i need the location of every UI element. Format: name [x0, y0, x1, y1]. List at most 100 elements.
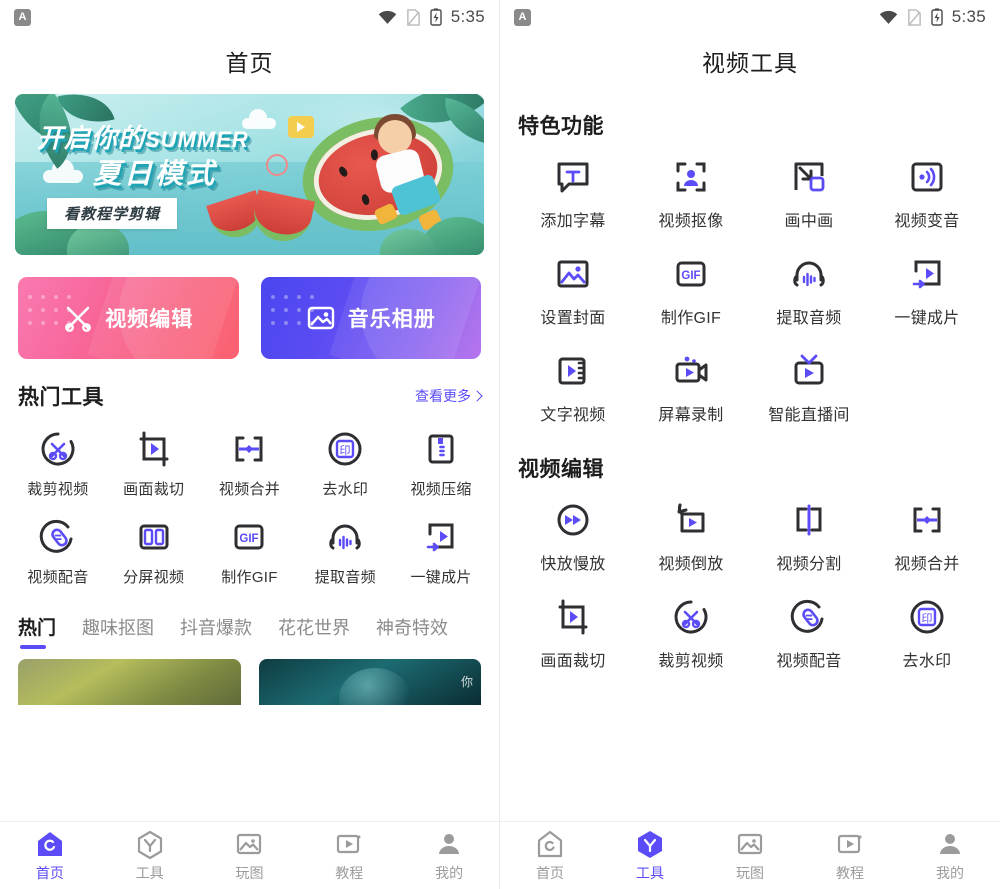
banner-cta-button[interactable]: 看教程学剪辑: [47, 198, 178, 229]
nav-item-home[interactable]: 首页: [0, 829, 100, 883]
tool-label: 视频分割: [776, 556, 842, 573]
tool-live-room[interactable]: 智能直播间: [750, 350, 868, 425]
tool-compress-video[interactable]: 视频压缩: [393, 429, 489, 499]
speed-icon: [557, 504, 589, 536]
tool-add-subtitle[interactable]: 添加字幕: [514, 156, 632, 231]
feed-thumbnail[interactable]: 你: [258, 659, 481, 705]
tool-label: 视频压缩: [410, 481, 472, 498]
status-time-right: 5:35: [951, 7, 986, 26]
tool-crop-frame-right[interactable]: 画面裁切: [514, 596, 632, 671]
scissors-icon: [65, 306, 92, 332]
thumbnail-watermark: 你: [460, 675, 473, 689]
nav-item-image[interactable]: 玩图: [200, 829, 300, 883]
tool-extract-audio-right[interactable]: 提取音频: [750, 253, 868, 328]
tool-label: 画中画: [784, 213, 834, 230]
tool-crop-frame[interactable]: 画面裁切: [106, 429, 202, 499]
tool-one-tap-movie-right[interactable]: 一键成片: [868, 253, 986, 328]
split-screen-icon: [139, 524, 169, 550]
nav-item-home[interactable]: 首页: [500, 829, 600, 883]
tool-split-screen[interactable]: 分屏视频: [106, 517, 202, 587]
nav-label: 教程: [335, 864, 364, 881]
tool-reverse-video[interactable]: 视频倒放: [632, 499, 750, 574]
bottom-nav-right: 首页 工具 玩图 教程 我的: [500, 821, 1000, 889]
tool-trim-video[interactable]: 裁剪视频: [10, 429, 106, 499]
nav-label: 工具: [636, 864, 664, 881]
tool-screen-record[interactable]: 屏幕录制: [632, 350, 750, 425]
home-screen: A 5:35 首页 开启你的SUMMER 夏日模式 看教程学剪辑 视频编辑 音乐…: [0, 0, 500, 889]
image-icon: [237, 833, 262, 854]
battery-charging-icon: [430, 8, 442, 26]
tool-label: 视频倒放: [658, 556, 724, 573]
editing-grid: 快放慢放 视频倒放 视频分割 视频合并 画面裁切 裁剪视频 视频配音 印 去水印: [500, 483, 1000, 671]
status-bar-right: A 5:35: [500, 0, 1000, 34]
tool-label: 文字视频: [540, 407, 606, 424]
tool-dubbing[interactable]: 视频配音: [10, 517, 106, 587]
matting-icon: [676, 162, 706, 192]
tab-fun-matting[interactable]: 趣味抠图: [82, 614, 154, 649]
quick-action-cards: 视频编辑 音乐相册: [0, 255, 499, 359]
nav-label: 我的: [435, 864, 464, 881]
nav-item-tools[interactable]: 工具: [600, 829, 700, 883]
picture-in-picture-icon: [794, 162, 825, 192]
tool-video-matting[interactable]: 视频抠像: [632, 156, 750, 231]
tool-label: 设置封面: [540, 310, 606, 327]
tool-voice-change[interactable]: 视频变音: [868, 156, 986, 231]
tool-split-video[interactable]: 视频分割: [750, 499, 868, 574]
tool-one-tap-movie[interactable]: 一键成片: [393, 517, 489, 587]
nav-item-profile[interactable]: 我的: [900, 829, 1000, 883]
tool-trim-video-right[interactable]: 裁剪视频: [632, 596, 750, 671]
dubbing-icon: [39, 519, 73, 553]
tool-label: 视频合并: [218, 481, 281, 498]
tool-make-gif[interactable]: GIF 制作GIF: [202, 517, 298, 587]
tool-label: 画面裁切: [540, 653, 606, 670]
tool-label: 提取音频: [314, 569, 376, 586]
tab-label: 热门: [18, 618, 57, 639]
feed-thumbnails: 你: [0, 649, 499, 705]
tool-label: 裁剪视频: [658, 653, 724, 670]
trim-video-icon: [41, 432, 75, 466]
tool-speed[interactable]: 快放慢放: [514, 499, 632, 574]
tool-dubbing-right[interactable]: 视频配音: [750, 596, 868, 671]
home-icon: [537, 830, 563, 857]
crop-frame-icon: [558, 599, 588, 635]
card-video-edit[interactable]: 视频编辑: [18, 277, 239, 359]
status-time-left: 5:35: [450, 7, 485, 26]
banner-headline-cn: 开启你的: [37, 123, 146, 153]
tab-magic-effects[interactable]: 神奇特效: [376, 614, 448, 649]
view-more-label: 查看更多: [415, 388, 471, 404]
tab-douyin-hits[interactable]: 抖音爆款: [180, 614, 252, 649]
tutorial-icon: [337, 834, 361, 853]
tool-make-gif-right[interactable]: GIF 制作GIF: [632, 253, 750, 328]
wifi-icon: [879, 10, 897, 24]
tool-merge-video-right[interactable]: 视频合并: [868, 499, 986, 574]
nav-item-tutorial[interactable]: 教程: [299, 829, 399, 883]
nav-item-profile[interactable]: 我的: [399, 829, 499, 883]
tool-label: 制作GIF: [660, 310, 722, 327]
tool-label: 快放慢放: [540, 556, 606, 573]
tool-text-video[interactable]: 文字视频: [514, 350, 632, 425]
video-play-badge-icon: [288, 116, 314, 138]
page-title-bar-left: 首页: [0, 34, 499, 88]
tool-set-cover[interactable]: 设置封面: [514, 253, 632, 328]
tool-extract-audio[interactable]: 提取音频: [297, 517, 393, 587]
tab-flower-world[interactable]: 花花世界: [278, 614, 350, 649]
tool-remove-watermark-right[interactable]: 印 去水印: [868, 596, 986, 671]
nav-item-image[interactable]: 玩图: [700, 829, 800, 883]
status-bar-right-right: 5:35: [879, 7, 986, 27]
app-badge-icon: A: [14, 8, 31, 26]
card-music-album[interactable]: 音乐相册: [260, 277, 481, 359]
nav-item-tools[interactable]: 工具: [100, 829, 200, 883]
tool-label: 一键成片: [410, 569, 472, 586]
feed-thumbnail[interactable]: [18, 659, 241, 705]
compress-video-icon: [428, 434, 454, 464]
nav-item-tutorial[interactable]: 教程: [800, 829, 900, 883]
photo-icon: [307, 306, 334, 330]
view-more-button[interactable]: 查看更多: [415, 386, 483, 406]
promo-banner[interactable]: 开启你的SUMMER 夏日模式 看教程学剪辑: [15, 94, 484, 255]
tab-hot[interactable]: 热门: [18, 613, 56, 649]
tool-picture-in-picture[interactable]: 画中画: [750, 156, 868, 231]
split-video-icon: [796, 504, 822, 536]
nav-label: 玩图: [736, 864, 764, 881]
tool-remove-watermark[interactable]: 印 去水印: [297, 429, 393, 499]
tool-merge-video[interactable]: 视频合并: [202, 429, 298, 499]
